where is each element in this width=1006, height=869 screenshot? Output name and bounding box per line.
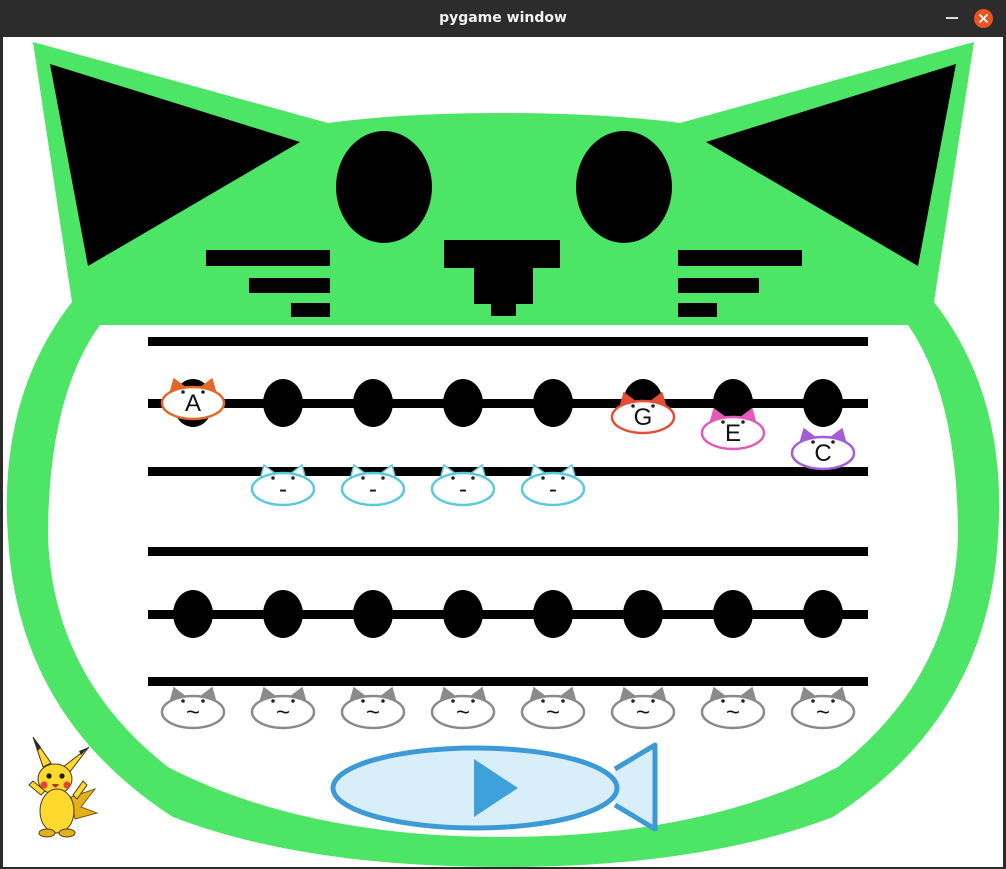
rest-token-label: ~ xyxy=(726,699,740,726)
staff-bottom-line-3 xyxy=(148,677,868,686)
staff-bottom-line-2 xyxy=(148,610,868,619)
empty-note-slot[interactable] xyxy=(803,590,843,638)
rest-token-label: ~ xyxy=(276,699,290,726)
rest-token-label: - xyxy=(369,476,377,503)
staff-top-line-2 xyxy=(148,399,868,408)
note-a-label: A xyxy=(185,390,201,417)
close-icon[interactable] xyxy=(974,9,993,28)
empty-note-slot[interactable] xyxy=(713,590,753,638)
game-canvas[interactable]: A G E C - - - - ~ ~ ~ ~ ~ ~ ~ ~ xyxy=(3,37,1003,867)
empty-note-slot[interactable] xyxy=(803,379,843,427)
rest-token-label: ~ xyxy=(456,699,470,726)
rest-token-label: - xyxy=(459,476,467,503)
empty-note-slot[interactable] xyxy=(443,590,483,638)
empty-note-slot[interactable] xyxy=(173,590,213,638)
rest-token-label: ~ xyxy=(186,699,200,726)
note-g-label: G xyxy=(634,404,653,431)
window-titlebar: pygame window xyxy=(0,0,1006,37)
pikachu-icon[interactable] xyxy=(28,736,99,838)
empty-note-slot[interactable] xyxy=(263,379,303,427)
staff-top-line-3 xyxy=(148,467,868,476)
empty-note-slot[interactable] xyxy=(353,590,393,638)
cat-eye-left xyxy=(336,131,432,243)
minimize-icon[interactable] xyxy=(946,17,958,19)
empty-note-slot[interactable] xyxy=(353,379,393,427)
window-title: pygame window xyxy=(439,10,567,26)
note-e-label: E xyxy=(725,420,741,447)
rest-token-label: ~ xyxy=(366,699,380,726)
rest-token-label: - xyxy=(279,476,287,503)
staff-top-line-1 xyxy=(148,337,868,346)
staff-bottom-line-1 xyxy=(148,547,868,556)
rest-token-label: - xyxy=(549,476,557,503)
cat-eye-right xyxy=(576,131,672,243)
rest-token-label: ~ xyxy=(546,699,560,726)
empty-note-slot[interactable] xyxy=(263,590,303,638)
empty-note-slot[interactable] xyxy=(533,590,573,638)
empty-note-slot[interactable] xyxy=(623,590,663,638)
empty-note-slot[interactable] xyxy=(533,379,573,427)
rest-token-label: ~ xyxy=(816,699,830,726)
rest-token-label: ~ xyxy=(636,699,650,726)
empty-note-slot[interactable] xyxy=(443,379,483,427)
note-c-label: C xyxy=(814,440,831,467)
